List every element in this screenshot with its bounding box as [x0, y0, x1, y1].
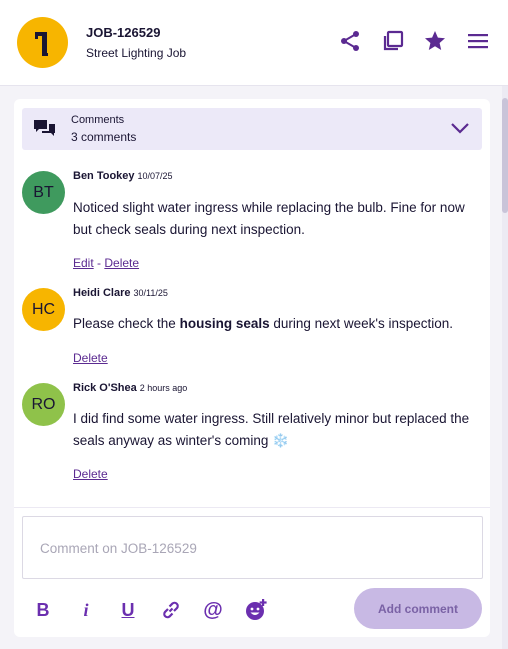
- star-icon: [425, 31, 445, 50]
- comment-author: Rick O'Shea: [73, 382, 137, 394]
- job-title: Street Lighting Job: [86, 46, 187, 60]
- job-header: JOB-126529 Street Lighting Job: [0, 0, 508, 86]
- divider: [14, 507, 490, 508]
- avatar: BT: [22, 171, 65, 214]
- comments-label: Comments: [71, 114, 125, 126]
- scroll-thumb[interactable]: [502, 98, 508, 213]
- comments-section-toggle[interactable]: Comments 3 comments: [22, 108, 482, 150]
- comment-text: Noticed slight water ingress while repla…: [73, 200, 465, 237]
- duplicate-button[interactable]: [380, 28, 406, 54]
- comment-actions: Delete: [73, 467, 108, 481]
- chat-bubbles-icon: [34, 120, 55, 136]
- street-lamp-icon: [35, 32, 48, 56]
- comment-text-part: Please check the: [73, 316, 180, 331]
- delete-link[interactable]: Delete: [73, 467, 108, 481]
- underline-button[interactable]: U: [114, 597, 142, 623]
- avatar: HC: [22, 288, 65, 331]
- job-avatar: [17, 17, 68, 68]
- comment-actions: Delete: [73, 351, 108, 365]
- comment-actions: Edit - Delete: [73, 256, 139, 270]
- job-id: JOB-126529: [86, 25, 161, 40]
- add-comment-button[interactable]: Add comment: [354, 588, 482, 629]
- menu-button[interactable]: [465, 28, 491, 54]
- scrollbar[interactable]: [502, 86, 508, 649]
- share-button[interactable]: [337, 28, 363, 54]
- comment-text-bold: housing seals: [179, 316, 270, 331]
- mention-button[interactable]: @: [199, 597, 227, 623]
- avatar-initials: BT: [33, 183, 54, 201]
- comments-card: Comments 3 comments BT Ben Tookey 10/07/2…: [14, 99, 490, 637]
- avatar-initials: RO: [31, 395, 56, 413]
- comment-time: 2 hours ago: [139, 383, 188, 393]
- comment-meta: Rick O'Shea 2 hours ago: [73, 382, 187, 394]
- edit-link[interactable]: Edit: [73, 256, 94, 270]
- comment-input[interactable]: Comment on JOB-126529: [22, 516, 483, 579]
- comments-count: 3 comments: [71, 130, 137, 144]
- comment-text-part: during next week's inspection.: [269, 316, 454, 331]
- avatar: RO: [22, 383, 65, 426]
- italic-button[interactable]: i: [72, 597, 100, 623]
- comment-text: I did find some water ingress. Still rel…: [73, 408, 478, 451]
- link-icon: [163, 601, 179, 619]
- comment-text: Please check the housing seals during ne…: [73, 313, 478, 335]
- delete-link[interactable]: Delete: [73, 351, 108, 365]
- comment-time: 10/07/25: [137, 171, 173, 181]
- link-button[interactable]: [157, 597, 185, 623]
- bold-button[interactable]: B: [29, 597, 57, 623]
- comment-meta: Ben Tookey 10/07/25: [73, 170, 173, 182]
- delete-link[interactable]: Delete: [104, 256, 139, 270]
- favourite-button[interactable]: [422, 28, 448, 54]
- chevron-down-icon[interactable]: [450, 121, 470, 135]
- comment-author: Ben Tookey: [73, 170, 135, 182]
- add-emoji-icon: [246, 599, 267, 620]
- emoji-button[interactable]: [242, 597, 270, 623]
- action-separator: -: [93, 256, 105, 270]
- hamburger-menu-icon: [468, 34, 488, 49]
- comment-input-placeholder: Comment on JOB-126529: [40, 541, 197, 556]
- avatar-initials: HC: [31, 300, 56, 318]
- share-icon: [341, 31, 359, 51]
- snowflake-emoji: ❄️: [272, 432, 289, 448]
- comment-time: 30/11/25: [133, 288, 168, 298]
- comment-meta: Heidi Clare 30/11/25: [73, 287, 168, 299]
- duplicate-icon: [383, 30, 404, 51]
- comment-author: Heidi Clare: [73, 287, 131, 299]
